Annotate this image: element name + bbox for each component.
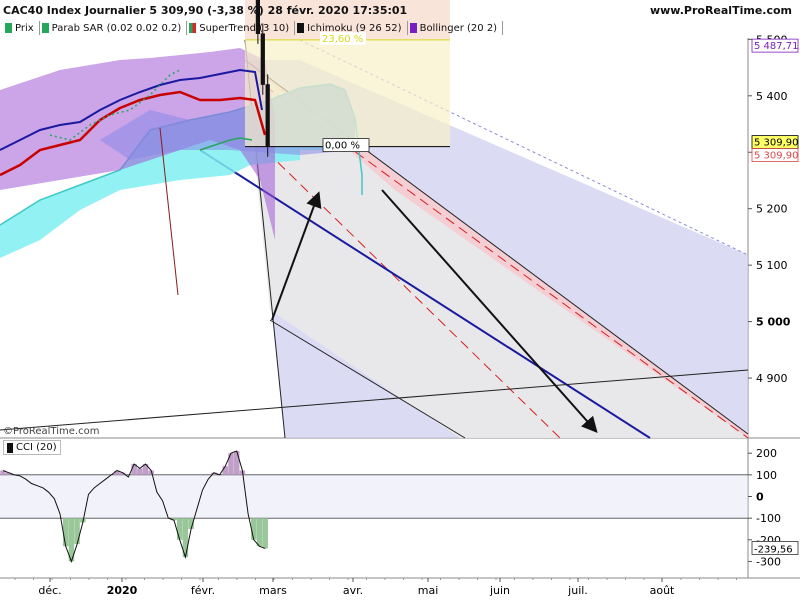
cci-y-tick-label: -100 bbox=[756, 512, 781, 525]
legend-bollinger[interactable]: Bollinger (20 2) bbox=[408, 21, 504, 35]
y-tick-label: 5 200 bbox=[756, 203, 788, 216]
x-tick-label: juil. bbox=[567, 584, 588, 597]
site-link[interactable]: www.ProRealTime.com bbox=[650, 4, 792, 17]
cci-y-tick-label: 100 bbox=[756, 469, 777, 482]
legend-prix[interactable]: Prix bbox=[3, 21, 40, 35]
price-label: 5 487,71 bbox=[754, 41, 799, 52]
x-tick-label: avr. bbox=[343, 584, 363, 597]
cci-y-tick-label: 0 bbox=[756, 491, 764, 504]
cci-y-tick-label: 200 bbox=[756, 447, 777, 460]
x-tick-label: août bbox=[650, 584, 675, 597]
cci-label[interactable]: CCI (20) bbox=[3, 440, 61, 455]
legend-parab-sar[interactable]: Parab SAR (0.02 0.02 0.2) bbox=[40, 21, 188, 35]
x-tick-label: juin bbox=[489, 584, 510, 597]
chart-title: CAC40 Index Journalier 5 309,90 (-3,38 %… bbox=[3, 4, 408, 17]
fib-zone bbox=[245, 39, 450, 147]
y-tick-label: 5 100 bbox=[756, 259, 788, 272]
legend-swatch bbox=[5, 23, 12, 33]
candle-body bbox=[265, 84, 270, 147]
watermark: ©ProRealTime.com bbox=[3, 426, 100, 437]
legend-swatch bbox=[41, 23, 49, 33]
legend-supertrend[interactable]: SuperTrend (3 10) bbox=[187, 21, 296, 35]
legend-swatch bbox=[7, 442, 13, 453]
x-tick-label: mars bbox=[259, 584, 287, 597]
indicator-legend: Prix Parab SAR (0.02 0.02 0.2) SuperTren… bbox=[3, 21, 504, 35]
x-tick-label: févr. bbox=[191, 584, 215, 597]
fib-label: 23,60 % bbox=[322, 34, 363, 45]
x-tick-label: 2020 bbox=[107, 584, 138, 597]
y-tick-label: 4 900 bbox=[756, 372, 788, 385]
y-tick-label: 5 000 bbox=[756, 316, 791, 329]
legend-swatch bbox=[409, 23, 417, 33]
cci-y-tick-label: -300 bbox=[756, 555, 781, 568]
price-label: 5 309,90 bbox=[754, 138, 799, 149]
legend-ichimoku[interactable]: Ichimoku (9 26 52) bbox=[295, 21, 408, 35]
y-tick-label: 5 400 bbox=[756, 90, 788, 103]
price-label: 5 309,90 bbox=[754, 151, 799, 162]
legend-swatch bbox=[297, 23, 305, 33]
chart-svg: 100,00 %61,80 %50,00 %38,20 %23,60 %0,00… bbox=[0, 0, 800, 597]
x-tick-label: mai bbox=[418, 584, 439, 597]
chart-window: 100,00 %61,80 %50,00 %38,20 %23,60 %0,00… bbox=[0, 0, 800, 600]
x-tick-label: déc. bbox=[38, 584, 61, 597]
candle-body bbox=[260, 33, 265, 85]
cci-band bbox=[0, 474, 748, 519]
cci-last-value: -239,56 bbox=[754, 544, 793, 555]
legend-swatch bbox=[189, 23, 197, 33]
fib-label: 0,00 % bbox=[325, 141, 360, 152]
